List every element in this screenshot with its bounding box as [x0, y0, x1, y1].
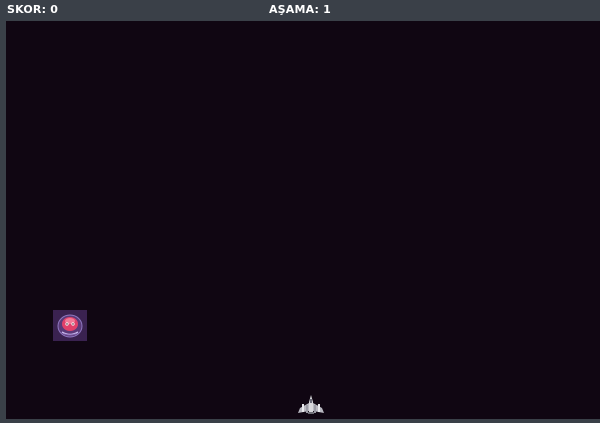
game-window: SKOR: 0 AŞAMA: 1	[0, 0, 600, 423]
alien-enemy	[53, 310, 87, 341]
level-display: AŞAMA: 1	[268, 3, 332, 16]
game-playfield[interactable]	[6, 21, 600, 419]
spaceship-icon	[298, 395, 324, 414]
alien-enemy-icon	[53, 310, 87, 341]
hud-bar: SKOR: 0 AŞAMA: 1	[0, 0, 600, 20]
player-ship[interactable]	[296, 394, 326, 416]
